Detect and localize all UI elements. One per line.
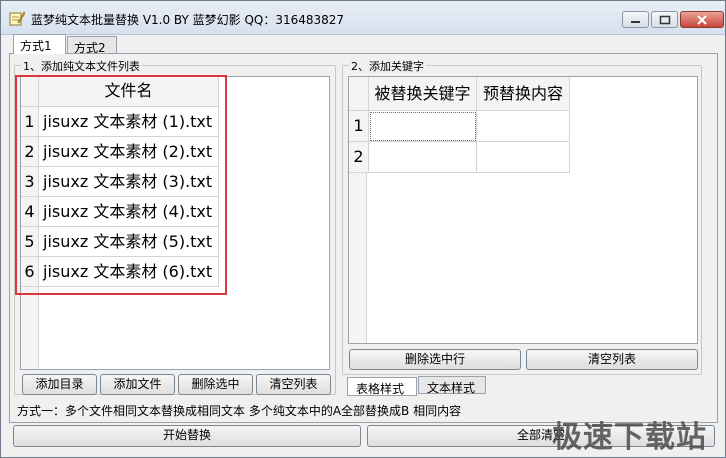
- keyword-input-cell[interactable]: [369, 111, 477, 142]
- start-replace-button[interactable]: 开始替换: [13, 425, 361, 447]
- window-title: 蓝梦纯文本批量替换 V1.0 BY 蓝梦幻影 QQ：316483827: [31, 13, 345, 27]
- file-name-cell[interactable]: jisuxz 文本素材 (6).txt: [39, 257, 219, 287]
- file-row-number: 3: [21, 167, 39, 197]
- app-window: 蓝梦纯文本批量替换 V1.0 BY 蓝梦幻影 QQ：316483827 方式1 …: [0, 0, 726, 458]
- replacement-input-cell[interactable]: [477, 111, 570, 142]
- column-header-filename[interactable]: 文件名: [39, 77, 219, 107]
- file-row-number: 1: [21, 107, 39, 137]
- maximize-icon: [659, 15, 671, 25]
- mode-description: 方式一：多个文件相同文本替换成相同文本 多个纯文本中的A全部替换成B 相同内容: [17, 404, 462, 418]
- file-list-grid[interactable]: 文件名 1 jisuxz 文本素材 (1).txt 2 jisuxz 文本素材 (2)…: [20, 76, 330, 370]
- close-button[interactable]: [680, 11, 724, 28]
- keyword-group-label: 2、添加关键字: [349, 58, 426, 74]
- keyword-grid-corner: [349, 77, 369, 111]
- file-name-cell[interactable]: jisuxz 文本素材 (3).txt: [39, 167, 219, 197]
- watermark-logo: 极速下载站: [552, 420, 707, 455]
- clear-keyword-list-button[interactable]: 清空列表: [526, 349, 698, 370]
- file-name-cell[interactable]: jisuxz 文本素材 (2).txt: [39, 137, 219, 167]
- keyword-grid[interactable]: 被替换关键字 预替换内容 1 2: [348, 76, 698, 344]
- maximize-button[interactable]: [651, 11, 678, 28]
- file-name-cell[interactable]: jisuxz 文本素材 (4).txt: [39, 197, 219, 227]
- grid-corner: [21, 77, 39, 107]
- minimize-icon: [631, 21, 640, 23]
- subtab-table-style[interactable]: 表格样式: [347, 377, 417, 396]
- column-header-search-keyword[interactable]: 被替换关键字: [369, 77, 477, 111]
- title-bar[interactable]: 蓝梦纯文本批量替换 V1.0 BY 蓝梦幻影 QQ：316483827: [1, 1, 725, 35]
- replacement-input-cell[interactable]: [477, 142, 570, 173]
- file-name-cell[interactable]: jisuxz 文本素材 (5).txt: [39, 227, 219, 257]
- keyword-input-cell[interactable]: [369, 142, 477, 173]
- clear-file-list-button[interactable]: 清空列表: [256, 374, 331, 395]
- file-row-number: 2: [21, 137, 39, 167]
- subtab-text-style[interactable]: 文本样式: [418, 376, 486, 395]
- close-icon: [697, 15, 707, 25]
- file-row-number: 6: [21, 257, 39, 287]
- keyword-row-number: 1: [349, 111, 369, 142]
- tab-page: 1、添加纯文本文件列表 文件名 1 jisuxz 文本素材 (1).txt 2 jis…: [9, 53, 718, 423]
- tab-mode-1[interactable]: 方式1: [13, 34, 66, 54]
- add-directory-button[interactable]: 添加目录: [22, 374, 97, 395]
- delete-selected-row-button[interactable]: 删除选中行: [349, 349, 521, 370]
- file-list-group-label: 1、添加纯文本文件列表: [21, 58, 142, 74]
- add-file-button[interactable]: 添加文件: [100, 374, 175, 395]
- keyword-row-number: 2: [349, 142, 369, 173]
- file-row-number: 5: [21, 227, 39, 257]
- column-header-replace-content[interactable]: 预替换内容: [477, 77, 570, 111]
- file-row-number: 4: [21, 197, 39, 227]
- delete-selected-button[interactable]: 删除选中: [178, 374, 253, 395]
- file-name-cell[interactable]: jisuxz 文本素材 (1).txt: [39, 107, 219, 137]
- pencil-notepad-icon: [9, 11, 25, 26]
- minimize-button[interactable]: [622, 11, 649, 28]
